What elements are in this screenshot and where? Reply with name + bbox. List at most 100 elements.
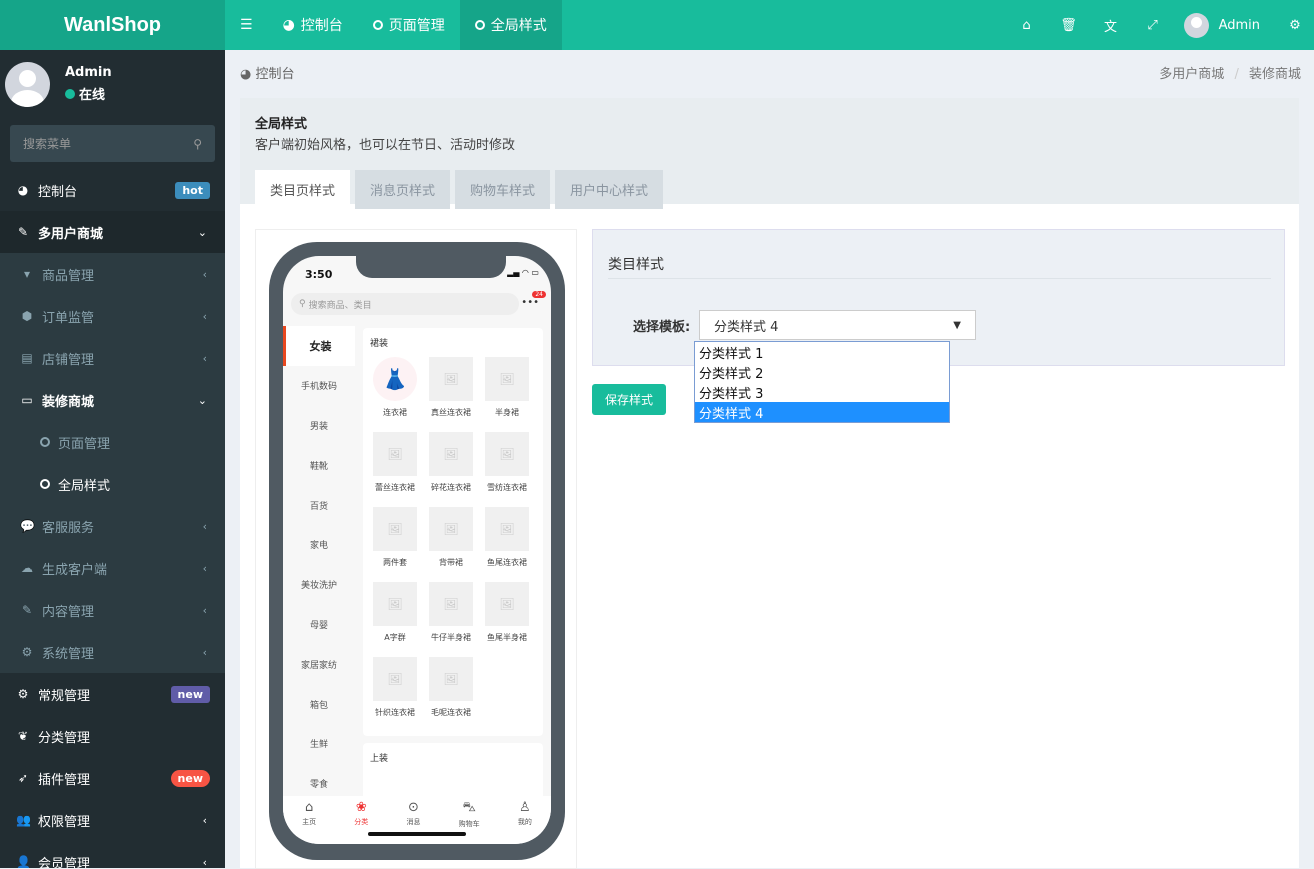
sidebar: Admin 在线 搜索菜单 ⚲ ◕ 控制台 hot ✎ 多用户商城 ⌄ ▾ 商品管理 ‹ ⬢… <box>0 50 225 868</box>
image-placeholder-icon: 🖼 <box>429 432 473 476</box>
sidebar-item-category[interactable]: ❦ 分类管理 <box>0 715 225 757</box>
gears-icon: ⚙ <box>17 687 29 701</box>
template-option[interactable]: 分类样式 1 <box>695 342 949 362</box>
style-panel: 全局样式 客户端初始风格，也可以在节日、活动时修改 类目页样式 消息页样式 购物… <box>240 98 1299 869</box>
fullscreen-icon[interactable]: ⤢ <box>1132 18 1174 33</box>
tab-global-style[interactable]: 全局样式 <box>459 0 562 50</box>
sidebar-item-decorate[interactable]: ▭ 装修商城 ⌄ <box>0 379 225 421</box>
dropdown-arrow-icon: ▼ <box>953 319 961 331</box>
dashboard-icon: ◕ <box>17 183 29 197</box>
sidebar-item-orders[interactable]: ⬢ 订单监管 ‹ <box>0 295 225 337</box>
tab-cart-style[interactable]: 购物车样式 <box>455 170 551 209</box>
breadcrumb-current: 装修商城 <box>1248 67 1301 82</box>
leaf-icon: ❦ <box>17 729 29 743</box>
sidebar-search-input[interactable]: 搜索菜单 ⚲ <box>10 125 215 162</box>
sidebar-item-members[interactable]: 👤 会员管理 ‹ <box>0 841 225 868</box>
top-navbar: WanlShop ☰ ◕ 控制台 页面管理 全局样式 ⌂ 🗑 文 ⤢ Admin … <box>0 0 1314 50</box>
template-dropdown-list: 分类样式 1 分类样式 2 分类样式 3 分类样式 4 <box>694 341 950 423</box>
avatar <box>5 61 50 107</box>
sidebar-item-plugins[interactable]: ➶ 插件管理 new <box>0 757 225 799</box>
template-option[interactable]: 分类样式 3 <box>695 382 949 402</box>
grid-item: 🖼 蕾丝连衣裙 <box>367 432 423 507</box>
comments-icon: 💬 <box>20 519 35 533</box>
online-dot-icon <box>65 88 75 99</box>
grid-item: 🖼 A字群 <box>367 582 423 657</box>
phone-screen: 3:50 ▂▄ ◠ ▭ ⚲ 搜索商品、类目 ••• 24 女装 手机数码 男装 鞋… <box>283 256 551 844</box>
sidebar-item-multi-shop[interactable]: ✎ 多用户商城 ⌄ <box>0 211 225 253</box>
rocket-icon: ➶ <box>17 771 29 785</box>
sidebar-item-goods[interactable]: ▾ 商品管理 ‹ <box>0 253 225 295</box>
phone-category: 家居家纺 <box>300 660 337 671</box>
desktop-icon: ▭ <box>21 393 33 407</box>
sidebar-item-permissions[interactable]: 👥 权限管理 ‹ <box>0 799 225 841</box>
chevron-left-icon: ‹ <box>202 561 207 575</box>
users-icon: 👥 <box>16 813 31 827</box>
form-title: 类目样式 <box>608 257 664 273</box>
home-icon[interactable]: ⌂ <box>1006 18 1048 33</box>
skirt-icon: 👗 <box>373 357 417 401</box>
grid-item: 🖼 雪纺连衣裙 <box>479 432 535 507</box>
phone-category: 女装 <box>283 326 355 366</box>
category-icon: ❀ <box>355 800 367 815</box>
template-option[interactable]: 分类样式 2 <box>695 362 949 382</box>
translate-icon[interactable]: 文 <box>1090 16 1132 35</box>
user-icon: ♙ <box>519 800 531 815</box>
tab-dashboard[interactable]: ◕ 控制台 <box>268 0 358 50</box>
grid-item: 🖼 背带裙 <box>423 507 479 582</box>
sidebar-item-content[interactable]: ✎ 内容管理 ‹ <box>0 589 225 631</box>
phone-product-grid: 裙装 👗 连衣裙 🖼 真丝连衣裙 🖼 半身裙 🖼 蕾丝连衣裙 🖼 碎花连衣裙 🖼 雪纺连衣裙… <box>363 328 543 736</box>
tab-message-style[interactable]: 消息页样式 <box>355 170 451 209</box>
phone-tab-category: ❀ 分类 <box>354 800 369 826</box>
cloud-icon: ☁ <box>21 561 33 575</box>
trash-icon[interactable]: 🗑 <box>1048 18 1090 33</box>
new-badge: new <box>170 769 210 787</box>
bag-icon: ⛍ <box>462 800 476 815</box>
sidebar-item-dashboard[interactable]: ◕ 控制台 hot <box>0 169 225 211</box>
app-logo[interactable]: WanlShop <box>0 0 225 50</box>
new-badge: new <box>170 685 210 703</box>
sidebar-item-general[interactable]: ⚙ 常规管理 new <box>0 673 225 715</box>
sidebar-item-shops[interactable]: ▤ 店铺管理 ‹ <box>0 337 225 379</box>
grid-item: 🖼 毛呢连衣裙 <box>423 657 479 732</box>
battery-icon: ▂▄ ◠ ▭ <box>507 268 539 277</box>
save-style-button[interactable]: 保存样式 <box>592 384 666 415</box>
template-label: 选择模板: <box>633 320 691 335</box>
breadcrumb-home[interactable]: ◕ 控制台 <box>240 63 295 82</box>
sidebar-item-global-style[interactable]: 全局样式 <box>0 463 225 505</box>
sidebar-item-build-client[interactable]: ☁ 生成客户端 ‹ <box>0 547 225 589</box>
tab-page-management[interactable]: 页面管理 <box>358 0 460 50</box>
image-placeholder-icon: 🖼 <box>373 507 417 551</box>
search-icon[interactable]: ⚲ <box>193 137 202 151</box>
phone-tabbar: ⌂ 主页 ❀ 分类 ⊙ 消息 ⛍ 购物车 ♙ 我的 <box>283 796 551 844</box>
user-panel: Admin 在线 <box>0 50 225 118</box>
sidebar-item-customer-service[interactable]: 💬 客服服务 ‹ <box>0 505 225 547</box>
user-name: Admin <box>65 65 112 80</box>
image-placeholder-icon: 🖼 <box>485 432 529 476</box>
template-select[interactable]: 分类样式 4 ▼ <box>699 310 976 340</box>
phone-category: 美妆洗护 <box>300 581 337 592</box>
template-option-selected[interactable]: 分类样式 4 <box>695 402 949 422</box>
grid-item: 🖼 真丝连衣裙 <box>423 357 479 432</box>
circle-icon <box>372 20 383 30</box>
phone-tab-message: ⊙ 消息 <box>406 800 421 826</box>
grid-item: 🖼 鱼尾半身裙 <box>479 582 535 657</box>
page-description: 客户端初始风格，也可以在节日、活动时修改 <box>255 138 516 153</box>
image-placeholder-icon: 🖼 <box>429 507 473 551</box>
sidebar-toggle-button[interactable]: ☰ <box>225 0 268 50</box>
edit-icon: ✎ <box>21 603 33 617</box>
tab-user-center-style[interactable]: 用户中心样式 <box>555 170 664 209</box>
user-menu[interactable]: Admin <box>1174 12 1276 38</box>
message-icon: ⊙ <box>408 800 419 815</box>
image-placeholder-icon: 🖼 <box>373 432 417 476</box>
image-placeholder-icon: 🖼 <box>373 582 417 626</box>
breadcrumb-link[interactable]: 多用户商城 <box>1159 67 1224 82</box>
sidebar-item-page-management[interactable]: 页面管理 <box>0 421 225 463</box>
phone-category: 生鲜 <box>309 740 328 751</box>
cube-icon: ⬢ <box>21 309 33 323</box>
phone-frame: 3:50 ▂▄ ◠ ▭ ⚲ 搜索商品、类目 ••• 24 女装 手机数码 男装 鞋… <box>269 242 565 860</box>
gears-icon[interactable]: ⚙ <box>1276 18 1314 33</box>
phone-category: 鞋靴 <box>309 461 328 472</box>
tab-category-style[interactable]: 类目页样式 <box>255 170 351 209</box>
image-placeholder-icon: 🖼 <box>429 657 473 701</box>
sidebar-item-system[interactable]: ⚙ 系统管理 ‹ <box>0 631 225 673</box>
